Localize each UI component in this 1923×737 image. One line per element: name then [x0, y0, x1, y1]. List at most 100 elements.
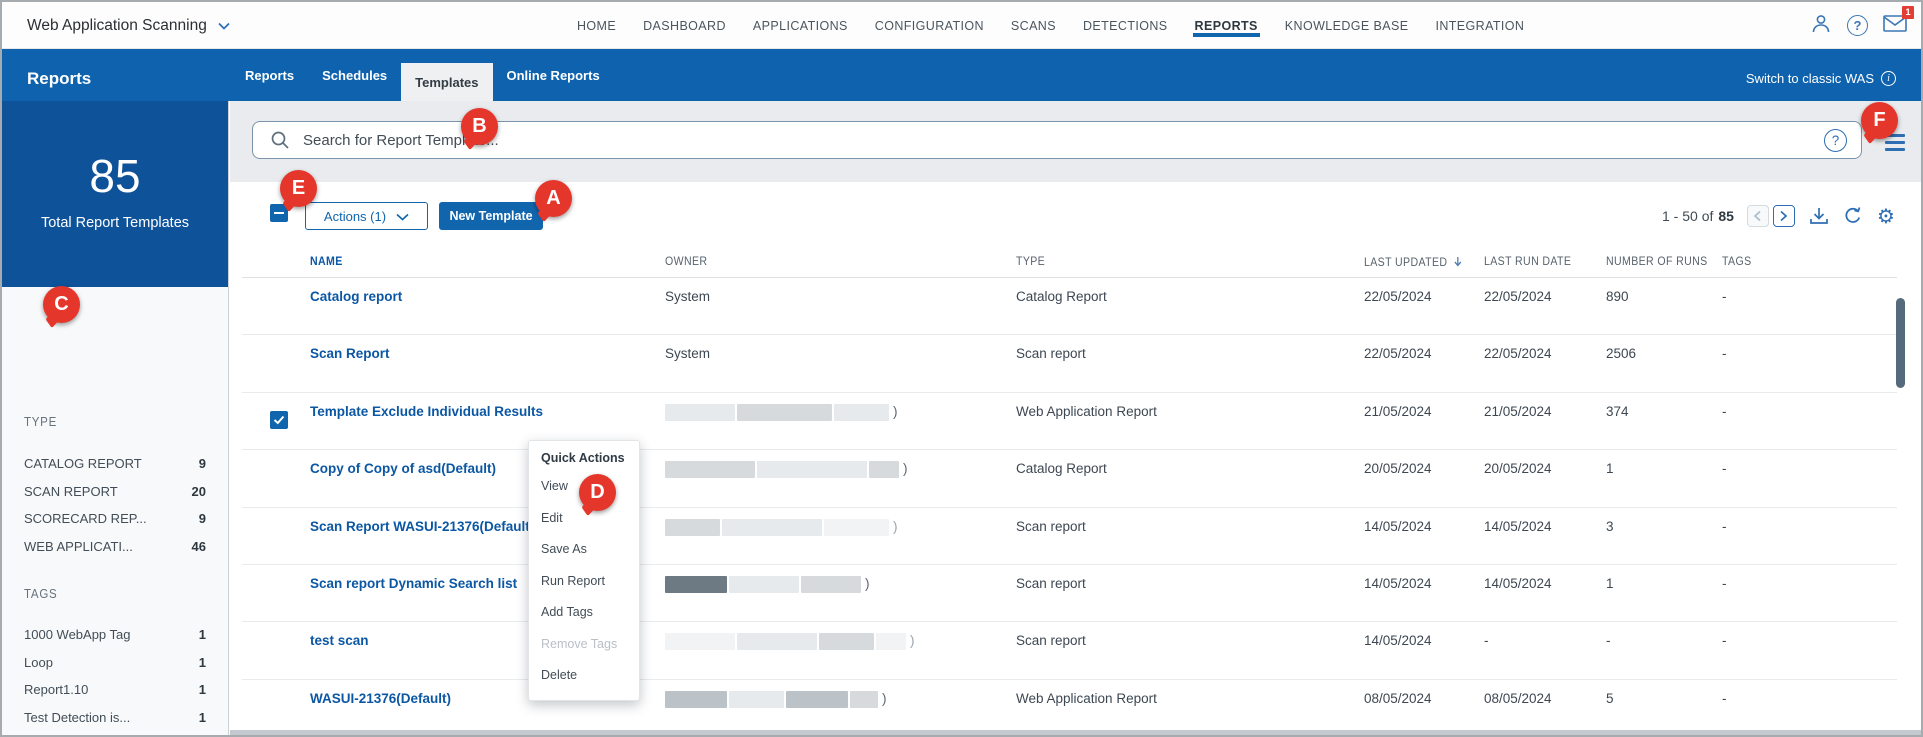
tag-filter-w1[interactable]: W1 1 [2, 731, 228, 735]
redacted-owner: ) [665, 633, 915, 651]
menu-item-run-report[interactable]: Run Report [529, 566, 639, 598]
type-cell: Catalog Report [1016, 289, 1107, 304]
filters-sidebar: 85 Total Report Templates TYPE CATALOG R… [2, 101, 229, 735]
type-cell: Scan report [1016, 633, 1086, 649]
column-header-type[interactable]: TYPE [1016, 256, 1045, 268]
tag-filter-test-detection[interactable]: Test Detection is... 1 [2, 704, 228, 732]
app-switcher[interactable]: Web Application Scanning [27, 2, 230, 49]
filter-label: CATALOG REPORT [24, 456, 142, 472]
search-input[interactable] [303, 131, 1861, 149]
column-header-tags[interactable]: TAGS [1722, 256, 1751, 268]
refresh-icon[interactable] [1843, 206, 1863, 226]
user-icon[interactable] [1810, 12, 1832, 39]
help-icon[interactable]: ? [1847, 15, 1868, 36]
table-row: test scan ) Scan report 14/05/2024 - - - [242, 622, 1897, 680]
actions-button[interactable]: Actions (1) [305, 202, 428, 230]
download-icon[interactable] [1809, 207, 1829, 226]
template-name-link[interactable]: WASUI-21376(Default) [310, 691, 451, 706]
template-name-link[interactable]: Scan Report WASUI-21376(Default) [310, 519, 534, 534]
nav-reports[interactable]: REPORTS [1192, 2, 1261, 49]
mail-icon[interactable]: 1 [1883, 5, 1914, 37]
next-page-button[interactable] [1772, 205, 1795, 227]
redacted-owner: ) [665, 403, 898, 421]
vertical-scrollbar-thumb[interactable] [1896, 298, 1905, 388]
table-row: Scan Report System Scan report 22/05/202… [242, 335, 1897, 393]
template-name-link[interactable]: Scan report Dynamic Search list [310, 576, 517, 591]
settings-gear-icon[interactable]: ⚙ [1877, 206, 1895, 226]
filter-count: 1 [198, 654, 206, 670]
redacted-owner: ) [665, 575, 870, 593]
annotation-badge-b: B [461, 108, 498, 145]
column-header-last-run-date[interactable]: LAST RUN DATE [1484, 256, 1571, 268]
tab-templates[interactable]: Templates [401, 63, 493, 101]
nav-dashboard[interactable]: DASHBOARD [643, 2, 726, 49]
runs-cell: 1 [1606, 575, 1614, 591]
filter-count: 20 [191, 483, 206, 499]
page-total: 85 [1718, 208, 1734, 224]
templates-table: Catalog report System Catalog Report 22/… [242, 278, 1897, 735]
page-title: Reports [27, 69, 92, 88]
template-name-link[interactable]: Template Exclude Individual Results [310, 404, 543, 419]
column-header-owner[interactable]: OWNER [665, 256, 707, 268]
tags-cell: - [1722, 518, 1727, 534]
tab-schedules[interactable]: Schedules [308, 49, 401, 101]
nav-applications[interactable]: APPLICATIONS [753, 2, 848, 49]
filter-label: SCORECARD REP... [24, 511, 147, 527]
tab-reports[interactable]: Reports [231, 49, 308, 101]
filter-count: 1 [198, 627, 206, 643]
menu-icon[interactable] [1885, 134, 1905, 156]
top-icons: ? 1 [1810, 2, 1914, 49]
type-filter-web-application[interactable]: WEB APPLICATI... 46 [2, 533, 228, 561]
tab-online-reports[interactable]: Online Reports [493, 49, 614, 101]
last-updated-cell: 14/05/2024 [1364, 518, 1432, 534]
tag-filter-1000-webapp[interactable]: 1000 WebApp Tag 1 [2, 621, 228, 649]
nav-knowledge-base[interactable]: KNOWLEDGE BASE [1285, 2, 1409, 49]
row-checkbox-checked[interactable] [270, 410, 288, 429]
type-filter-catalog-report[interactable]: CATALOG REPORT 9 [2, 450, 228, 478]
last-run-cell: 14/05/2024 [1484, 518, 1552, 534]
horizontal-scrollbar-track[interactable] [230, 730, 1921, 735]
top-bar: Web Application Scanning HOME DASHBOARD … [2, 2, 1921, 49]
type-filter-scan-report[interactable]: SCAN REPORT 20 [2, 478, 228, 506]
switch-to-classic-link[interactable]: Switch to classic WAS i [1746, 71, 1896, 86]
last-updated-cell: 20/05/2024 [1364, 461, 1432, 477]
last-run-cell: - [1484, 633, 1489, 649]
type-filter-scorecard-report[interactable]: SCORECARD REP... 9 [2, 505, 228, 533]
last-updated-cell: 08/05/2024 [1364, 690, 1432, 706]
tag-filter-report110[interactable]: Report1.10 1 [2, 676, 228, 704]
template-name-link[interactable]: Copy of Copy of asd(Default) [310, 461, 496, 476]
nav-integration[interactable]: INTEGRATION [1435, 2, 1524, 49]
nav-scans[interactable]: SCANS [1011, 2, 1056, 49]
template-name-link[interactable]: Catalog report [310, 289, 402, 304]
redacted-owner: ) [665, 690, 887, 708]
check-icon [273, 415, 285, 425]
column-header-name[interactable]: NAME [310, 256, 343, 268]
nav-home[interactable]: HOME [577, 2, 616, 49]
column-header-number-of-runs[interactable]: NUMBER OF RUNS [1606, 256, 1708, 268]
menu-item-add-tags[interactable]: Add Tags [529, 597, 639, 629]
new-template-button[interactable]: New Template [439, 202, 543, 230]
app-title: Web Application Scanning [27, 16, 207, 34]
last-run-cell: 08/05/2024 [1484, 690, 1552, 706]
template-name-link[interactable]: Scan Report [310, 346, 390, 361]
annotation-badge-c: C [43, 286, 80, 323]
menu-item-remove-tags: Remove Tags [541, 636, 618, 651]
tag-filter-loop[interactable]: Loop 1 [2, 649, 228, 677]
menu-item-save-as[interactable]: Save As [529, 534, 639, 566]
template-name-link[interactable]: test scan [310, 633, 369, 648]
switch-to-classic-label: Switch to classic WAS [1745, 71, 1874, 86]
nav-configuration[interactable]: CONFIGURATION [875, 2, 984, 49]
runs-cell: 374 [1606, 403, 1629, 419]
filter-count: 9 [198, 456, 206, 472]
filter-label: WEB APPLICATI... [24, 538, 133, 554]
section-tabs: Reports Schedules Templates Online Repor… [231, 49, 614, 101]
nav-detections[interactable]: DETECTIONS [1083, 2, 1168, 49]
search-help-icon[interactable]: ? [1824, 129, 1847, 152]
annotation-badge-a: A [535, 180, 572, 217]
tags-cell: - [1722, 633, 1727, 649]
menu-item-delete[interactable]: Delete [529, 660, 639, 692]
prev-page-button[interactable] [1746, 205, 1769, 227]
column-header-last-updated[interactable]: LAST UPDATED [1364, 256, 1462, 269]
table-row: Copy of Copy of asd(Default) ) Catalog R… [242, 450, 1897, 508]
last-run-cell: 14/05/2024 [1484, 575, 1552, 591]
